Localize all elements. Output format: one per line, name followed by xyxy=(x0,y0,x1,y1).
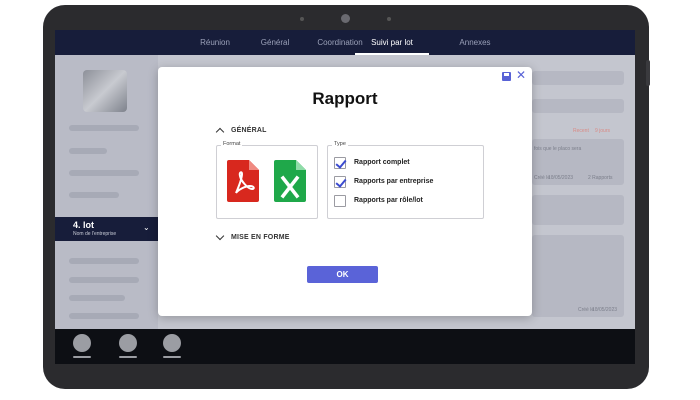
dialog-title: Rapport xyxy=(312,89,378,108)
recent-time: 9 jours xyxy=(595,128,611,134)
placeholder-line xyxy=(69,148,107,154)
reports-count: 2 Rapports xyxy=(588,175,613,181)
bottom-dock xyxy=(55,329,635,364)
tab-suivi-par-lot[interactable]: Suivi par lot xyxy=(355,30,429,55)
checkbox-rapports-par-entreprise[interactable] xyxy=(334,176,346,188)
ok-button[interactable]: OK xyxy=(307,266,378,283)
option-label: Rapport complet xyxy=(354,159,410,166)
content-card xyxy=(532,195,624,225)
dock-indicator xyxy=(163,356,181,358)
format-legend: Format xyxy=(221,141,243,147)
placeholder-line xyxy=(69,277,139,283)
lot-number: 4. lot xyxy=(73,220,95,230)
dock-button[interactable] xyxy=(73,334,91,352)
excel-icon[interactable] xyxy=(274,160,306,202)
close-icon[interactable]: ✕ xyxy=(516,69,526,81)
content-card xyxy=(532,235,624,317)
type-group: Type Rapport complet Rapports par entrep… xyxy=(327,141,484,219)
chevron-down-icon[interactable] xyxy=(215,231,225,241)
sensor-dot xyxy=(387,17,391,21)
section-layout-header[interactable]: MISE EN FORME xyxy=(231,234,290,241)
content-card xyxy=(532,99,624,113)
format-group: Format xyxy=(216,141,318,219)
placeholder-line xyxy=(69,125,139,131)
top-navigation: Réunion Général Coordination Suivi par l… xyxy=(55,30,635,55)
chevron-down-icon: ⌄ xyxy=(143,223,150,232)
checkbox-rapports-par-role-lot[interactable] xyxy=(334,195,346,207)
pdf-icon[interactable] xyxy=(227,160,259,202)
save-icon[interactable] xyxy=(502,72,511,81)
checkbox-rapport-complet[interactable] xyxy=(334,157,346,169)
chevron-up-icon[interactable] xyxy=(215,127,225,137)
card-text: fois que le placo sera xyxy=(534,146,582,152)
sidebar-item-lot[interactable]: 4. lot Nom de l'entreprise ⌄ xyxy=(55,217,158,241)
tab-general[interactable]: Général xyxy=(245,30,305,55)
option-label: Rapports par rôle/lot xyxy=(354,197,423,204)
tab-annexes[interactable]: Annexes xyxy=(445,30,505,55)
dock-indicator xyxy=(119,356,137,358)
created-date: 10/05/2023 xyxy=(592,307,618,313)
placeholder-line xyxy=(69,313,139,319)
dock-button[interactable] xyxy=(163,334,181,352)
type-legend: Type xyxy=(332,141,348,147)
lot-company-name: Nom de l'entreprise xyxy=(73,231,117,237)
placeholder-line xyxy=(69,295,125,301)
dock-button[interactable] xyxy=(119,334,137,352)
sensor-dot xyxy=(300,17,304,21)
recent-label: Recent xyxy=(573,128,589,134)
created-date: 10/05/2023 xyxy=(548,175,574,181)
placeholder-line xyxy=(69,170,139,176)
project-image xyxy=(83,70,127,112)
dock-indicator xyxy=(73,356,91,358)
tab-reunion[interactable]: Réunion xyxy=(185,30,245,55)
option-label: Rapports par entreprise xyxy=(354,178,434,185)
placeholder-line xyxy=(69,192,119,198)
section-general-header[interactable]: GÉNÉRAL xyxy=(231,127,267,134)
tablet-side-button xyxy=(646,60,650,86)
sidebar: 4. lot Nom de l'entreprise ⌄ xyxy=(55,55,158,329)
content-card xyxy=(532,71,624,85)
placeholder-line xyxy=(69,258,139,264)
camera-icon xyxy=(341,14,350,23)
report-dialog: ✕ Rapport GÉNÉRAL Format Type Rapport co… xyxy=(158,67,532,316)
